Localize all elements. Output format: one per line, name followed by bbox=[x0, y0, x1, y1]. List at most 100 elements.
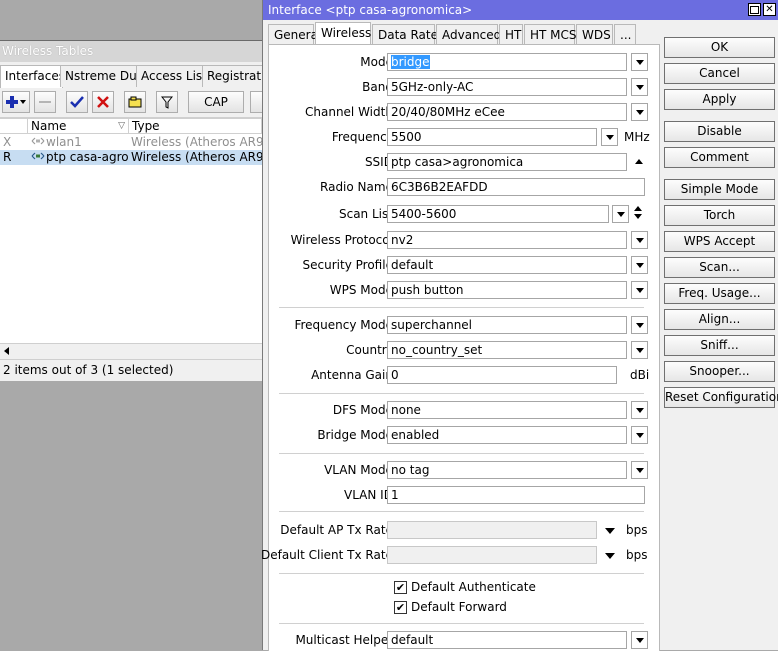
wps-mode-select[interactable]: push button bbox=[387, 281, 627, 299]
security-profile-dropdown-button[interactable] bbox=[631, 256, 648, 274]
freq-usage-button[interactable]: Freq. Usage... bbox=[664, 283, 775, 304]
default-forward-label: Default Forward bbox=[411, 600, 507, 614]
radio-name-input[interactable]: 6C3B6B2EAFDD bbox=[387, 178, 645, 196]
default-authenticate-checkbox[interactable]: ✔ bbox=[394, 581, 407, 594]
wireless-protocol-dropdown-button[interactable] bbox=[631, 231, 648, 249]
ok-button[interactable]: OK bbox=[664, 37, 775, 58]
enable-button[interactable] bbox=[66, 91, 88, 113]
simple-mode-button[interactable]: Simple Mode bbox=[664, 179, 775, 200]
country-dropdown-button[interactable] bbox=[631, 341, 648, 359]
restore-button[interactable] bbox=[748, 3, 761, 16]
tab-ht-mcs[interactable]: HT MCS bbox=[524, 24, 577, 44]
align-button[interactable]: Align... bbox=[664, 309, 775, 330]
table-row[interactable]: X wlan1 Wireless (Atheros AR9300) bbox=[0, 135, 262, 150]
default-client-tx-rate-input[interactable] bbox=[387, 546, 597, 564]
table-row[interactable]: R ptp casa-agro... Wireless (Atheros AR9… bbox=[0, 150, 262, 165]
tab-wds[interactable]: WDS bbox=[576, 24, 613, 44]
band-select[interactable]: 5GHz-only-AC bbox=[387, 78, 627, 96]
horizontal-scrollbar[interactable] bbox=[0, 343, 262, 359]
tab-advanced[interactable]: Advanced bbox=[436, 24, 501, 44]
note-icon bbox=[128, 96, 142, 108]
mode-select[interactable]: bridge bbox=[387, 53, 627, 71]
tab-interfaces[interactable]: Interfaces bbox=[0, 65, 65, 88]
wps-accept-button[interactable]: WPS Accept bbox=[664, 231, 775, 252]
vlan-id-input[interactable]: 1 bbox=[387, 486, 645, 504]
apply-button[interactable]: Apply bbox=[664, 89, 775, 110]
disable-button[interactable] bbox=[92, 91, 114, 113]
frequency-mode-select[interactable]: superchannel bbox=[387, 316, 627, 334]
tab-ht[interactable]: HT bbox=[499, 24, 523, 44]
row-type: Wireless (Atheros AR9300) bbox=[131, 135, 262, 149]
ssid-input[interactable]: ptp casa>agronomica bbox=[387, 153, 627, 171]
dialog-title: Interface <ptp casa-agronomica> bbox=[263, 0, 778, 20]
sniff-button[interactable]: Sniff... bbox=[664, 335, 775, 356]
scroll-left-icon[interactable] bbox=[4, 347, 9, 355]
default-client-tx-rate-dropdown-icon[interactable] bbox=[605, 553, 615, 559]
scan-list-input[interactable]: 5400-5600 bbox=[387, 205, 609, 223]
antenna-gain-input[interactable]: 0 bbox=[387, 366, 617, 384]
band-dropdown-button[interactable] bbox=[631, 78, 648, 96]
frequency-dropdown-button[interactable] bbox=[601, 128, 618, 146]
bridge-mode-dropdown-button[interactable] bbox=[631, 426, 648, 444]
name-column-header[interactable]: Name ▽ bbox=[28, 119, 129, 134]
default-client-tx-rate-label: Default Client Tx Rate: bbox=[260, 548, 397, 562]
comment-button[interactable] bbox=[124, 91, 146, 113]
chevron-down-icon bbox=[635, 432, 644, 438]
frequency-select[interactable]: 5500 bbox=[387, 128, 597, 146]
close-button[interactable]: ✕ bbox=[763, 3, 776, 16]
row-name: ptp casa-agro... bbox=[46, 150, 128, 164]
tab-access-list[interactable]: Access List bbox=[136, 65, 207, 87]
bridge-mode-select[interactable]: enabled bbox=[387, 426, 627, 444]
wps-mode-dropdown-button[interactable] bbox=[631, 281, 648, 299]
wireless-protocol-select[interactable]: nv2 bbox=[387, 231, 627, 249]
chevron-down-icon bbox=[635, 407, 644, 413]
ssid-collapse-icon[interactable] bbox=[635, 159, 643, 164]
multicast-helper-dropdown-button[interactable] bbox=[631, 631, 648, 649]
default-ap-tx-rate-dropdown-icon[interactable] bbox=[605, 528, 615, 534]
disable-button[interactable]: Disable bbox=[664, 121, 775, 142]
country-select[interactable]: no_country_set bbox=[387, 341, 627, 359]
remove-button[interactable] bbox=[34, 91, 56, 113]
checkmark-icon: ✔ bbox=[395, 581, 406, 594]
channel-width-select[interactable]: 20/40/80MHz eCee bbox=[387, 103, 627, 121]
reset-configuration-button[interactable]: Reset Configuration bbox=[664, 387, 778, 408]
mode-dropdown-button[interactable] bbox=[631, 53, 648, 71]
wireless-interface-icon bbox=[31, 135, 45, 150]
vlan-mode-select[interactable]: no tag bbox=[387, 461, 627, 479]
channel-width-dropdown-button[interactable] bbox=[631, 103, 648, 121]
sort-icon: ▽ bbox=[118, 121, 125, 131]
tab-wireless[interactable]: Wireless bbox=[315, 22, 371, 44]
scan-list-updown-icon[interactable] bbox=[634, 206, 642, 219]
tab-more[interactable]: ... bbox=[614, 24, 636, 44]
status-text: 2 items out of 3 (1 selected) bbox=[0, 359, 262, 380]
tab-nstreme-dual[interactable]: Nstreme Dual bbox=[60, 65, 147, 87]
multicast-helper-label: Multicast Helper: bbox=[295, 633, 397, 647]
tab-data-rates[interactable]: Data Rates bbox=[372, 24, 444, 44]
cancel-button[interactable]: Cancel bbox=[664, 63, 775, 84]
minus-icon bbox=[39, 101, 51, 103]
torch-button[interactable]: Torch bbox=[664, 205, 775, 226]
chevron-down-icon bbox=[635, 237, 644, 243]
comment-button[interactable]: Comment bbox=[664, 147, 775, 168]
section-divider bbox=[279, 573, 644, 574]
frequency-mode-dropdown-button[interactable] bbox=[631, 316, 648, 334]
security-profile-select[interactable]: default bbox=[387, 256, 627, 274]
scan-list-dropdown-button[interactable] bbox=[612, 205, 629, 223]
scan-button[interactable]: Scan... bbox=[664, 257, 775, 278]
x-icon bbox=[97, 96, 109, 108]
row-flag: X bbox=[3, 135, 12, 149]
default-forward-checkbox[interactable]: ✔ bbox=[394, 601, 407, 614]
dfs-mode-dropdown-button[interactable] bbox=[631, 401, 648, 419]
multicast-helper-select[interactable]: default bbox=[387, 631, 627, 649]
add-button[interactable] bbox=[2, 91, 30, 113]
dfs-mode-select[interactable]: none bbox=[387, 401, 627, 419]
type-column-header[interactable]: Type bbox=[129, 119, 262, 134]
filter-button[interactable] bbox=[156, 91, 178, 113]
cap-button[interactable]: CAP bbox=[188, 91, 244, 113]
snooper-button[interactable]: Snooper... bbox=[664, 361, 775, 382]
tab-general[interactable]: General bbox=[268, 24, 321, 44]
restore-icon bbox=[750, 6, 759, 14]
vlan-mode-dropdown-button[interactable] bbox=[631, 461, 648, 479]
default-ap-tx-rate-input[interactable] bbox=[387, 521, 597, 539]
chevron-down-icon bbox=[616, 211, 625, 217]
